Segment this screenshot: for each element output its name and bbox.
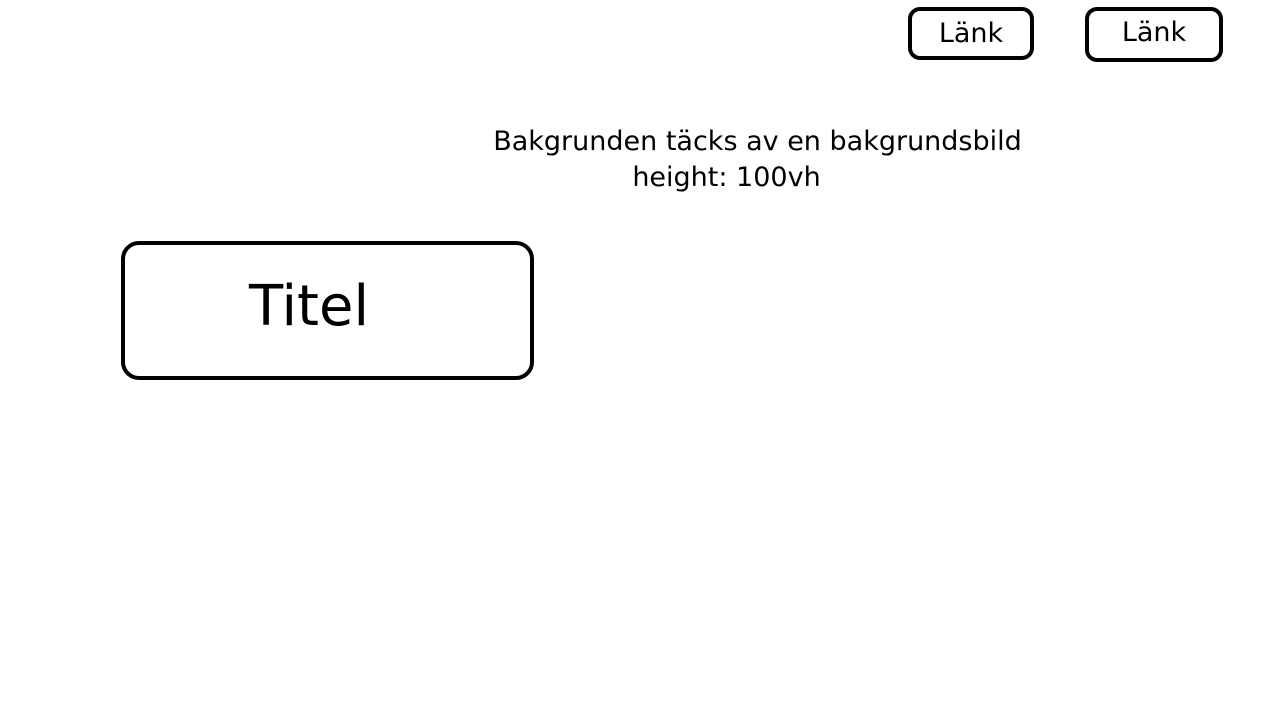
nav-link-1[interactable]: Länk: [908, 7, 1034, 60]
background-note: Bakgrunden täcks av en bakgrundsbild hei…: [480, 124, 1035, 196]
background-note-line: Bakgrunden täcks av en bakgrundsbild: [493, 126, 1022, 157]
page-title: Titel: [249, 274, 370, 339]
height-note-line: height: 100vh: [632, 162, 821, 193]
nav-link-2[interactable]: Länk: [1085, 7, 1223, 62]
title-box: Titel: [121, 241, 534, 380]
